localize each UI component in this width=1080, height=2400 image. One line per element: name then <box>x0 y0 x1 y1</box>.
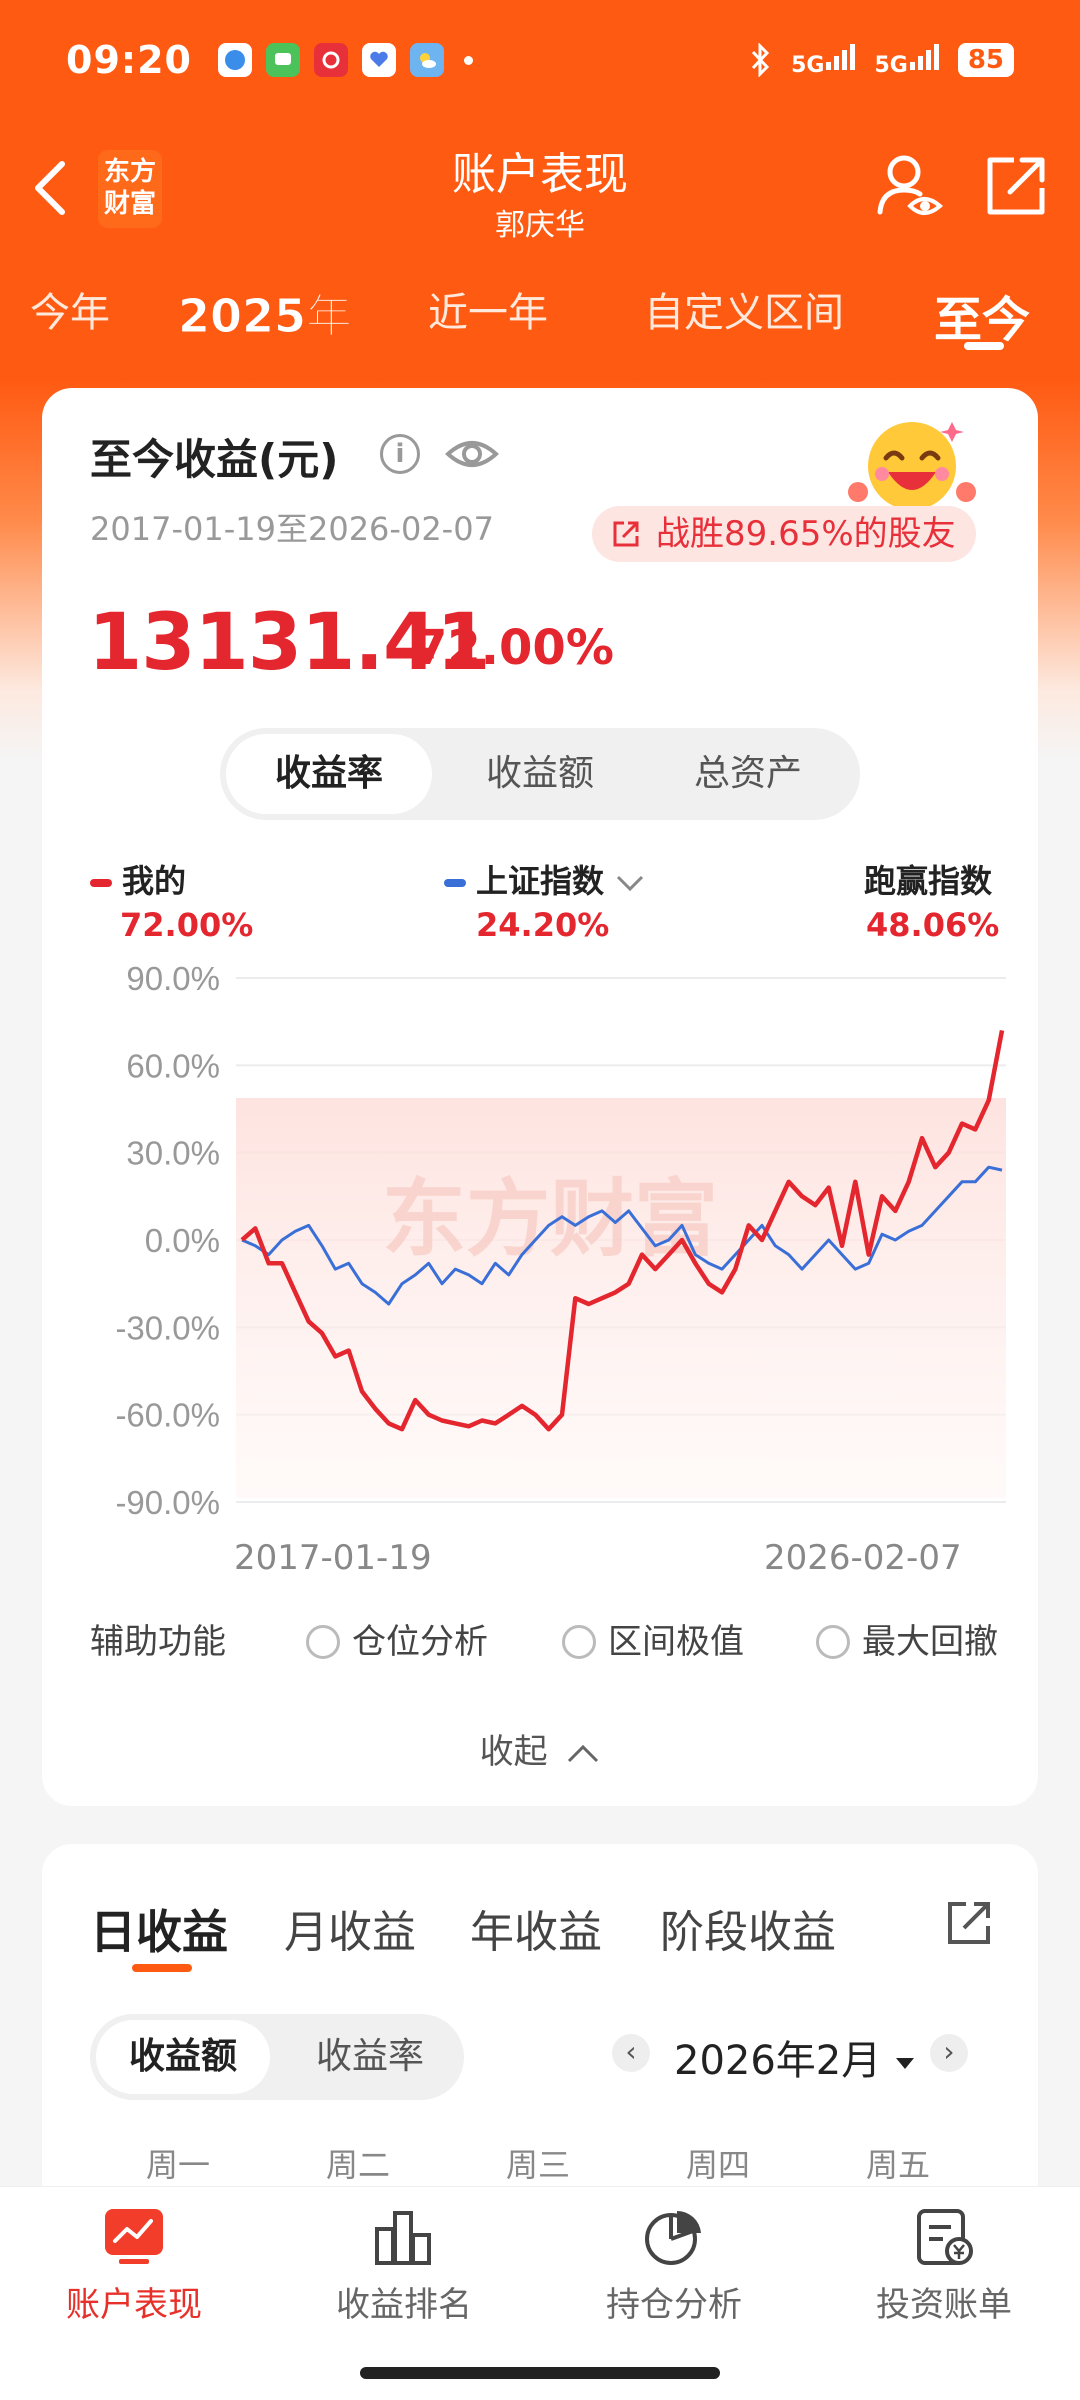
month-selector[interactable]: 2026年2月 <box>674 2028 916 2086</box>
aux-label: 辅助功能 <box>90 1622 226 1662</box>
legend-beat-index: 跑赢指数 <box>864 862 993 900</box>
tab-since-inception[interactable]: 至今 <box>934 280 1030 350</box>
user-eye-icon <box>877 155 944 215</box>
earnings-mode-toggle: 收益额 收益率 <box>90 2014 464 2100</box>
period-tabs: 今年 2025年 近一年 自定义区间 至今 <box>0 270 1080 370</box>
weather-notification-icon <box>409 43 444 77</box>
range-extreme-option[interactable]: 区间极值 <box>562 1614 744 1663</box>
line-chart-icon <box>105 2209 163 2264</box>
bill-icon <box>917 2209 973 2265</box>
weekday-wed: 周三 <box>506 2146 571 2184</box>
share-link-icon <box>613 521 639 547</box>
weekday-fri: 周五 <box>866 2146 931 2184</box>
external-share-icon <box>987 157 1045 215</box>
tab-this-year[interactable]: 今年 <box>30 280 110 338</box>
max-drawdown-option[interactable]: 最大回撤 <box>816 1614 998 1663</box>
bottom-navigation: 账户表现 收益排名 持仓分析 投资账单 <box>0 2186 1080 2400</box>
status-time: 09:20 <box>66 38 192 82</box>
total-profit-rate: 72.00% <box>414 620 614 676</box>
battery-indicator: 85 <box>957 43 1014 77</box>
status-bar: 09:20 5G 5G 85 <box>0 0 1080 120</box>
share-icon[interactable] <box>942 1896 996 1950</box>
legend-index-value: 24.20% <box>476 906 610 944</box>
x-axis-start-label: 2017-01-19 <box>234 1538 432 1578</box>
legend-mine: 我的 <box>90 856 186 902</box>
position-analysis-option[interactable]: 仓位分析 <box>306 1614 488 1663</box>
active-tab-underline <box>964 342 1004 350</box>
tab-total-assets[interactable]: 总资产 <box>650 728 846 820</box>
tab-2025[interactable]: 2025年 <box>177 280 352 346</box>
tab-daily-earnings[interactable]: 日收益 <box>90 1896 228 1962</box>
next-month-button[interactable]: › <box>930 2034 968 2072</box>
privacy-view-button[interactable] <box>874 150 946 222</box>
beat-peers-badge[interactable]: 战胜89.65%的股友 <box>592 506 976 562</box>
health-notification-icon <box>361 43 396 77</box>
tab-return-amount[interactable]: 收益额 <box>442 728 638 820</box>
more-notifications-dot <box>463 55 473 65</box>
radio-icon <box>816 1625 850 1659</box>
card-title: 至今收益(元) <box>90 435 339 484</box>
prev-month-button[interactable]: ‹ <box>612 2034 650 2072</box>
info-icon[interactable]: i <box>380 434 420 474</box>
return-chart[interactable]: 90.0% 60.0% 30.0% 0.0% -30.0% -60.0% -90.0% 东方… <box>42 948 1038 1528</box>
collapse-button[interactable]: 收起 <box>42 1724 1038 1773</box>
x-axis-end-label: 2026-02-07 <box>764 1538 962 1578</box>
weekday-thu: 周四 <box>686 2146 751 2184</box>
y-tick-label: -60.0% <box>115 1397 220 1434</box>
radio-icon <box>562 1625 596 1659</box>
y-tick-label: 90.0% <box>126 960 220 997</box>
tab-yearly-earnings[interactable]: 年收益 <box>470 1896 602 1960</box>
signal-icon-2: 5G <box>874 42 939 79</box>
y-tick-label: -30.0% <box>115 1309 220 1346</box>
app-notification-icon <box>217 43 252 77</box>
metric-selector: 收益率 收益额 总资产 <box>220 728 860 820</box>
nav-account-performance[interactable]: 账户表现 <box>34 2207 234 2326</box>
chevron-up-icon <box>568 1744 599 1762</box>
nav-holding-analysis[interactable]: 持仓分析 <box>574 2207 774 2326</box>
y-tick-label: -90.0% <box>115 1484 220 1521</box>
caret-down-icon <box>895 2058 914 2069</box>
legend-index-selector[interactable]: 上证指数 <box>444 856 645 902</box>
message-notification-icon <box>265 43 300 77</box>
notification-icons <box>217 43 473 77</box>
chart-watermark: 东方财富 <box>382 1172 718 1266</box>
earnings-tab-underline <box>132 1964 192 1972</box>
tab-last-year[interactable]: 近一年 <box>428 280 548 338</box>
bluetooth-icon <box>751 43 770 77</box>
index-swatch <box>444 879 466 887</box>
home-indicator <box>360 2367 720 2379</box>
y-tick-label: 60.0% <box>126 1047 220 1084</box>
news-notification-icon <box>313 43 348 77</box>
weekday-tue: 周二 <box>326 2146 391 2184</box>
radio-icon <box>306 1625 340 1659</box>
nav-investment-bill[interactable]: 投资账单 <box>844 2207 1044 2326</box>
toggle-rate[interactable]: 收益率 <box>280 2014 460 2100</box>
legend-beat-index-value: 48.06% <box>866 906 1000 944</box>
signal-icon-1: 5G <box>791 42 856 79</box>
chart-area-fill <box>236 1098 1006 1498</box>
weekday-mon: 周一 <box>146 2146 211 2184</box>
y-tick-label: 30.0% <box>126 1135 220 1172</box>
y-tick-label: 0.0% <box>145 1222 220 1259</box>
tab-return-rate[interactable]: 收益率 <box>226 734 432 814</box>
auxiliary-functions: 辅助功能 仓位分析 区间极值 最大回撤 <box>90 1608 1010 1668</box>
pie-chart-icon <box>645 2210 701 2265</box>
legend-mine-value: 72.00% <box>120 906 254 944</box>
app-header: 东方 财富 账户表现 郭庆华 <box>0 130 1080 260</box>
status-indicators: 5G 5G 85 <box>749 42 1014 79</box>
performance-card: 至今收益(元) i 2017-01-19至2026-02-07 战胜89.65%… <box>42 388 1038 1806</box>
chevron-down-icon <box>617 875 644 892</box>
mine-swatch <box>90 879 112 887</box>
tab-monthly-earnings[interactable]: 月收益 <box>284 1896 416 1960</box>
happy-face-icon <box>848 422 976 510</box>
toggle-amount[interactable]: 收益额 <box>96 2020 270 2094</box>
tab-period-earnings[interactable]: 阶段收益 <box>660 1896 836 1960</box>
date-range: 2017-01-19至2026-02-07 <box>90 510 494 548</box>
eye-icon[interactable] <box>444 428 500 480</box>
tab-custom-range[interactable]: 自定义区间 <box>644 280 844 338</box>
share-button[interactable] <box>980 150 1052 222</box>
bar-chart-icon <box>375 2211 431 2265</box>
nav-return-ranking[interactable]: 收益排名 <box>304 2207 504 2326</box>
